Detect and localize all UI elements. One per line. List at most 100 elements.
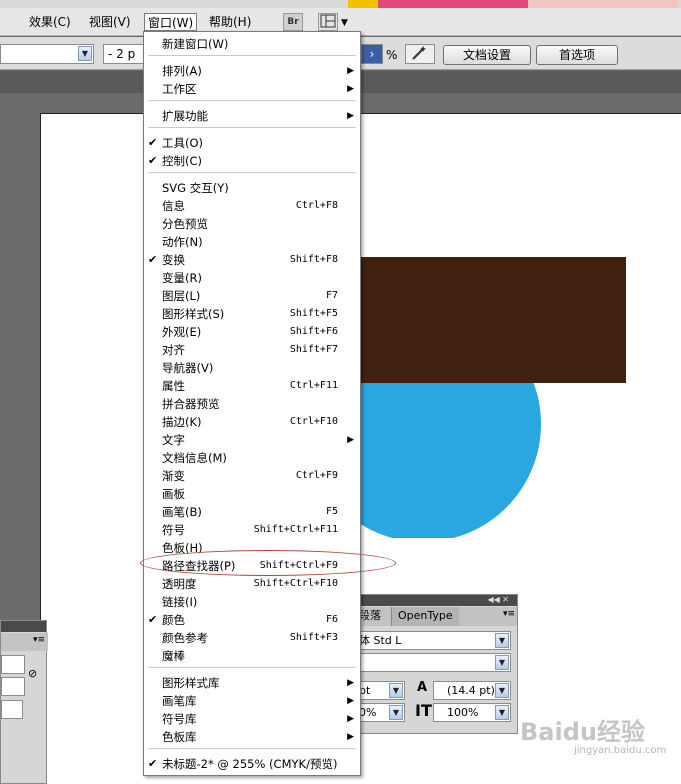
menu-item[interactable]: 渐变 Ctrl+F9 [144, 467, 360, 485]
menu-item[interactable]: 排列(A) ▶ [144, 62, 360, 80]
horizontal-scale-field[interactable]: 0% ▼ [355, 703, 405, 722]
menu-item[interactable]: ✔ 颜色 F6 [144, 611, 360, 629]
panel-menu-icon[interactable]: ▾≡ [503, 609, 515, 619]
font-family-dropdown[interactable]: 体 Std L ▼ [355, 631, 511, 650]
tab-opentype[interactable]: OpenType [391, 607, 459, 626]
menu-item-shortcut: Shift+F6 [289, 326, 338, 337]
menu-item-label: 链接(I) [162, 595, 198, 609]
vertical-scale-field[interactable]: 100% ▼ [433, 703, 511, 722]
menu-window[interactable]: 窗口(W) [144, 13, 198, 31]
menu-item[interactable]: 画笔库 ▶ [144, 692, 360, 710]
arrange-dropdown-icon[interactable]: ▼ [341, 18, 348, 28]
menu-item[interactable]: 信息 Ctrl+F8 [144, 197, 360, 215]
panel-header [1, 621, 46, 632]
stroke-weight-value: 2 p [116, 47, 136, 61]
menu-item-label: 图形样式库 [162, 676, 220, 690]
menu-item[interactable]: 魔棒 [144, 647, 360, 665]
menu-item[interactable]: 属性 Ctrl+F11 [144, 377, 360, 395]
menu-item[interactable]: 描边(K) Ctrl+F10 [144, 413, 360, 431]
menu-separator [148, 172, 356, 174]
menu-separator [148, 127, 356, 129]
isolate-wand-icon[interactable] [405, 44, 435, 64]
menu-item[interactable]: 符号 Shift+Ctrl+F11 [144, 521, 360, 539]
panel-header: ◀◀ ✕ [341, 595, 517, 606]
menu-item[interactable]: 图形样式库 ▶ [144, 674, 360, 692]
brown-rectangle[interactable] [356, 257, 626, 383]
menu-view[interactable]: 视图(V) [86, 13, 134, 31]
menu-item[interactable]: ✔ 工具(O) [144, 134, 360, 152]
menu-item-label: 画笔(B) [162, 505, 202, 519]
vertical-scale-icon: IT [415, 701, 432, 720]
menu-item[interactable]: 文档信息(M) [144, 449, 360, 467]
menu-item[interactable]: ✔ 变换 Shift+F8 [144, 251, 360, 269]
menu-item[interactable]: 色板库 ▶ [144, 728, 360, 746]
menu-item-label: 图形样式(S) [162, 307, 225, 321]
menu-item[interactable]: 画笔(B) F5 [144, 503, 360, 521]
menu-item[interactable]: 画板 [144, 485, 360, 503]
menu-item-label: 颜色 [162, 613, 185, 627]
menu-item[interactable]: 导航器(V) [144, 359, 360, 377]
menu-item-label: 画笔库 [162, 694, 197, 708]
submenu-arrow-icon: ▶ [347, 111, 354, 121]
menu-item[interactable]: ✔ 控制(C) [144, 152, 360, 170]
menu-item-shortcut: Shift+F8 [289, 254, 338, 265]
menu-item[interactable]: 拼合器预览 [144, 395, 360, 413]
menu-item-label: 外观(E) [162, 325, 202, 339]
panel-menu-icon[interactable]: ▾≡ [33, 635, 45, 645]
menu-item[interactable]: 链接(I) [144, 593, 360, 611]
menu-item[interactable]: 图形样式(S) Shift+F5 [144, 305, 360, 323]
stroke-weight-field[interactable]: - 2 p [103, 44, 147, 64]
link-icon[interactable]: ⊘ [28, 667, 37, 680]
menu-item-label: 未标题-2* @ 255% (CMYK/预览) [162, 757, 338, 771]
bridge-button[interactable]: Br [283, 13, 303, 31]
width-field[interactable] [1, 655, 25, 674]
angle-field[interactable] [1, 700, 23, 719]
preferences-button[interactable]: 首选项 [536, 45, 618, 65]
menu-item[interactable]: SVG 交互(Y) [144, 179, 360, 197]
menu-item[interactable]: 分色预览 [144, 215, 360, 233]
menu-separator [148, 100, 356, 102]
menu-item[interactable]: 变量(R) [144, 269, 360, 287]
collapse-icon[interactable]: ◀◀ ✕ [487, 595, 509, 604]
checkmark-icon: ✔ [148, 253, 158, 266]
arrange-documents-icon[interactable] [318, 13, 338, 31]
checkmark-icon: ✔ [148, 613, 158, 626]
menu-item[interactable]: 扩展功能 ▶ [144, 107, 360, 125]
menu-item[interactable]: 对齐 Shift+F7 [144, 341, 360, 359]
font-style-dropdown[interactable]: ▼ [355, 653, 511, 672]
menu-item[interactable]: 符号库 ▶ [144, 710, 360, 728]
menu-item-shortcut: Shift+F5 [289, 308, 338, 319]
menu-item[interactable]: 新建窗口(W) [144, 35, 360, 53]
chevron-down-icon: ▼ [78, 46, 92, 61]
menu-item[interactable]: 文字 ▶ [144, 431, 360, 449]
menu-item[interactable]: 外观(E) Shift+F6 [144, 323, 360, 341]
style-dropdown[interactable]: ▼ [0, 44, 94, 64]
leading-field[interactable]: (14.4 pt) ▼ [433, 681, 511, 700]
menu-item-label: 符号库 [162, 712, 197, 726]
document-setup-button[interactable]: 文档设置 [443, 45, 531, 65]
submenu-arrow-icon: ▶ [347, 66, 354, 76]
browser-tab-pink[interactable] [378, 0, 528, 8]
height-field[interactable] [1, 677, 25, 696]
menu-item[interactable]: 工作区 ▶ [144, 80, 360, 98]
menu-item-label: 拼合器预览 [162, 397, 220, 411]
font-size-field[interactable]: pt ▼ [355, 681, 405, 700]
checkmark-icon: ✔ [148, 757, 158, 770]
browser-tab-yellow[interactable] [348, 0, 378, 8]
menu-item[interactable]: ✔ 未标题-2* @ 255% (CMYK/预览) [144, 755, 360, 773]
menu-item-shortcut: Ctrl+F8 [295, 200, 338, 211]
menu-item[interactable]: 图层(L) F7 [144, 287, 360, 305]
menu-help[interactable]: 帮助(H) [206, 13, 254, 31]
menu-item-label: 属性 [162, 379, 185, 393]
pathfinder-highlight-ellipse [140, 550, 396, 576]
transform-panel: ▾≡ ⊘ [0, 620, 48, 784]
menu-item[interactable]: 颜色参考 Shift+F3 [144, 629, 360, 647]
opacity-arrow-icon[interactable]: › [361, 44, 383, 64]
menu-item[interactable]: 透明度 Shift+Ctrl+F10 [144, 575, 360, 593]
leading-value: (14.4 pt) [447, 684, 495, 697]
chevron-down-icon: ▼ [389, 705, 403, 720]
menu-item-shortcut: Shift+F7 [289, 344, 338, 355]
menu-item[interactable]: 动作(N) [144, 233, 360, 251]
browser-tab-baidu[interactable] [528, 0, 678, 8]
menu-effects[interactable]: 效果(C) [26, 13, 74, 31]
